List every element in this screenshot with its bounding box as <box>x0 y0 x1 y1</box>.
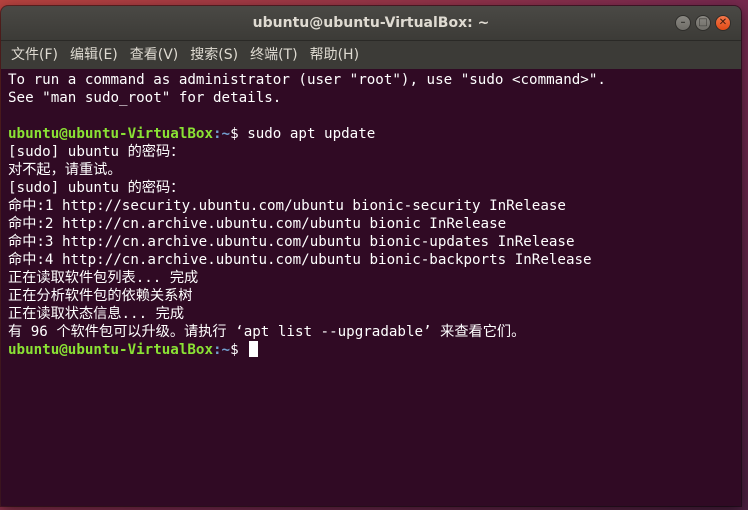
minimize-icon[interactable]: – <box>675 15 691 31</box>
desktop-background: ubuntu@ubuntu-VirtualBox: ~ – □ ✕ 文件(F) … <box>0 0 748 510</box>
output-line: 对不起，请重试。 <box>8 162 122 178</box>
output-line: To run a command as administrator (user … <box>8 72 606 88</box>
output-line: 命中:3 http://cn.archive.ubuntu.com/ubuntu… <box>8 234 575 250</box>
menu-search[interactable]: 搜索(S) <box>184 41 244 69</box>
text-cursor <box>249 341 259 357</box>
output-line: See "man sudo_root" for details. <box>8 90 282 106</box>
title-bar[interactable]: ubuntu@ubuntu-VirtualBox: ~ – □ ✕ <box>1 6 741 41</box>
window-controls: – □ ✕ <box>675 15 731 31</box>
menu-edit[interactable]: 编辑(E) <box>64 41 124 69</box>
prompt-path: :~ <box>213 342 231 358</box>
terminal-window[interactable]: ubuntu@ubuntu-VirtualBox: ~ – □ ✕ 文件(F) … <box>1 6 741 506</box>
prompt-symbol: $ <box>230 126 248 142</box>
output-line: 有 96 个软件包可以升级。请执行 ‘apt list --upgradable… <box>8 324 526 340</box>
terminal-output[interactable]: To run a command as administrator (user … <box>1 69 741 501</box>
prompt-symbol: $ <box>230 342 248 358</box>
output-line: 正在分析软件包的依赖关系树 <box>8 288 193 304</box>
prompt-path: :~ <box>213 126 231 142</box>
prompt-user: ubuntu@ubuntu-VirtualBox <box>8 126 213 142</box>
maximize-icon[interactable]: □ <box>695 15 711 31</box>
menu-terminal[interactable]: 终端(T) <box>244 41 303 69</box>
close-icon[interactable]: ✕ <box>715 15 731 31</box>
menu-help[interactable]: 帮助(H) <box>304 41 365 69</box>
prompt-user: ubuntu@ubuntu-VirtualBox <box>8 342 213 358</box>
prompt-line: ubuntu@ubuntu-VirtualBox:~$ <box>8 341 741 359</box>
output-line: [sudo] ubuntu 的密码： <box>8 180 185 196</box>
command-text: sudo apt update <box>247 126 376 142</box>
output-line: 正在读取状态信息... 完成 <box>8 306 185 322</box>
output-line: 命中:4 http://cn.archive.ubuntu.com/ubuntu… <box>8 252 592 268</box>
output-line: 命中:2 http://cn.archive.ubuntu.com/ubuntu… <box>8 216 507 232</box>
menu-view[interactable]: 查看(V) <box>124 41 185 69</box>
window-title: ubuntu@ubuntu-VirtualBox: ~ <box>252 15 490 31</box>
menu-file[interactable]: 文件(F) <box>5 41 64 69</box>
output-line: 命中:1 http://security.ubuntu.com/ubuntu b… <box>8 198 566 214</box>
prompt-line: ubuntu@ubuntu-VirtualBox:~$ sudo apt upd… <box>8 125 741 143</box>
output-line: [sudo] ubuntu 的密码： <box>8 144 185 160</box>
output-line: 正在读取软件包列表... 完成 <box>8 270 199 286</box>
menu-bar: 文件(F) 编辑(E) 查看(V) 搜索(S) 终端(T) 帮助(H) <box>1 41 741 69</box>
